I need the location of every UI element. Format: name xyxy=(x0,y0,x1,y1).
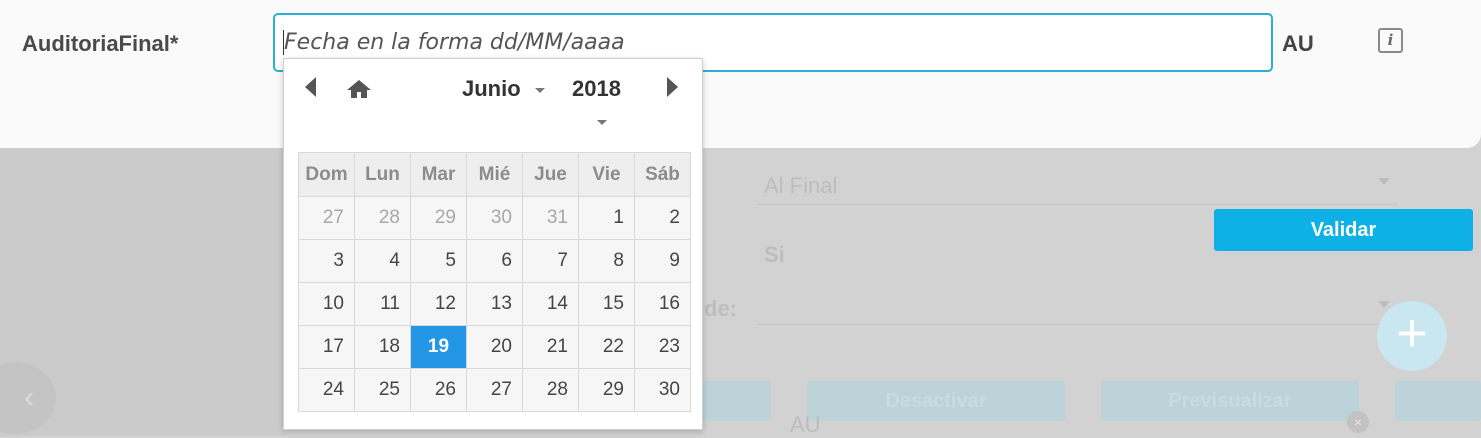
calendar-day[interactable]: 20 xyxy=(466,325,523,369)
month-select[interactable]: Junio xyxy=(462,76,521,102)
chip-text: AU xyxy=(790,412,821,437)
weekday-header: Sáb xyxy=(634,152,691,197)
validate-button[interactable]: Validar xyxy=(1214,209,1473,251)
home-icon[interactable] xyxy=(346,79,372,99)
field-label: AuditoriaFinal* xyxy=(22,31,179,56)
calendar-day[interactable]: 28 xyxy=(522,368,579,412)
info-icon[interactable]: i xyxy=(1378,28,1403,53)
calendar-day[interactable]: 3 xyxy=(298,239,355,283)
text-cursor xyxy=(283,30,284,55)
calendar-day[interactable]: 7 xyxy=(522,239,579,283)
unit-label: AU xyxy=(1282,31,1314,56)
calendar-day[interactable]: 23 xyxy=(634,325,691,369)
weekday-header: Dom xyxy=(298,152,355,197)
calendar-days: 27 28 29 30 31 1 2 3 4 5 6 7 8 9 10 11 12 13 14 15 16 17 18 19 2… xyxy=(298,196,691,412)
calendar-day[interactable]: 5 xyxy=(410,239,467,283)
calendar-week-row: 17 18 19 20 21 22 23 xyxy=(298,325,691,369)
calendar-day[interactable]: 25 xyxy=(354,368,411,412)
dropdown-caret-icon xyxy=(1378,178,1390,185)
weekday-header: Mar xyxy=(410,152,467,197)
calendar-day[interactable]: 22 xyxy=(578,325,635,369)
add-button[interactable]: + xyxy=(1377,301,1447,371)
calendar-day[interactable]: 29 xyxy=(578,368,635,412)
calendar-day[interactable]: 12 xyxy=(410,282,467,326)
field-panel: AuditoriaFinal* AU i xyxy=(0,0,1481,148)
calendar-day[interactable]: 29 xyxy=(410,196,467,240)
calendar-week-row: 27 28 29 30 31 1 2 xyxy=(298,196,691,240)
calendar-day[interactable]: 4 xyxy=(354,239,411,283)
weekday-header: Jue xyxy=(522,152,579,197)
weekday-header: Vie xyxy=(578,152,635,197)
calendar-day[interactable]: 30 xyxy=(634,368,691,412)
calendar-day[interactable]: 27 xyxy=(298,196,355,240)
calendar-day[interactable]: 17 xyxy=(298,325,355,369)
calendar-day[interactable]: 8 xyxy=(578,239,635,283)
calendar-week-row: 24 25 26 27 28 29 30 xyxy=(298,368,691,412)
previous-month-icon[interactable] xyxy=(305,77,316,97)
weekday-header-row: Dom Lun Mar Mié Jue Vie Sáb xyxy=(298,152,691,197)
calendar-day[interactable]: 6 xyxy=(466,239,523,283)
weekday-header: Lun xyxy=(354,152,411,197)
calendar-day[interactable]: 28 xyxy=(354,196,411,240)
calendar-day[interactable]: 24 xyxy=(298,368,355,412)
field-underline xyxy=(757,324,1397,325)
calendar-day-selected[interactable]: 19 xyxy=(410,325,467,369)
calendar-day[interactable]: 13 xyxy=(466,282,523,326)
dropdown-underline xyxy=(757,204,1397,205)
partial-field-label: de: xyxy=(704,296,737,321)
yes-value: Si xyxy=(764,242,785,267)
calendar-day[interactable]: 15 xyxy=(578,282,635,326)
calendar-day[interactable]: 27 xyxy=(466,368,523,412)
background-button[interactable] xyxy=(703,381,771,421)
calendar-week-row: 3456789 xyxy=(298,239,691,283)
calendar-day[interactable]: 2 xyxy=(634,196,691,240)
calendar-day[interactable]: 21 xyxy=(522,325,579,369)
calendar-day[interactable]: 1 xyxy=(578,196,635,240)
calendar-day[interactable]: 30 xyxy=(466,196,523,240)
year-caret-icon[interactable] xyxy=(597,120,607,125)
weekday-header: Mié xyxy=(466,152,523,197)
datepicker: Junio 2018 Dom Lun Mar Mié Jue Vie Sáb 2… xyxy=(283,58,703,430)
calendar-day[interactable]: 26 xyxy=(410,368,467,412)
year-select[interactable]: 2018 xyxy=(572,76,621,102)
deactivate-button[interactable]: Desactivar xyxy=(807,381,1065,421)
calendar-grid: Dom Lun Mar Mié Jue Vie Sáb 27 28 29 30 31 1 2… xyxy=(298,152,691,412)
calendar-day[interactable]: 10 xyxy=(298,282,355,326)
calendar-day[interactable]: 31 xyxy=(522,196,579,240)
calendar-day[interactable]: 11 xyxy=(354,282,411,326)
calendar-day[interactable]: 16 xyxy=(634,282,691,326)
calendar-day[interactable]: 9 xyxy=(634,239,691,283)
calendar-week-row: 10 11 12 13 14 15 16 xyxy=(298,282,691,326)
background-button-right[interactable] xyxy=(1395,381,1481,421)
field-caret-icon xyxy=(1378,301,1390,308)
chip-close-icon[interactable]: × xyxy=(1347,411,1369,433)
preview-button[interactable]: Previsualizar xyxy=(1101,381,1359,421)
month-caret-icon[interactable] xyxy=(535,88,545,93)
dropdown-value: Al Final xyxy=(764,173,838,198)
next-month-icon[interactable] xyxy=(667,77,678,97)
calendar-day[interactable]: 14 xyxy=(522,282,579,326)
calendar-day[interactable]: 18 xyxy=(354,325,411,369)
